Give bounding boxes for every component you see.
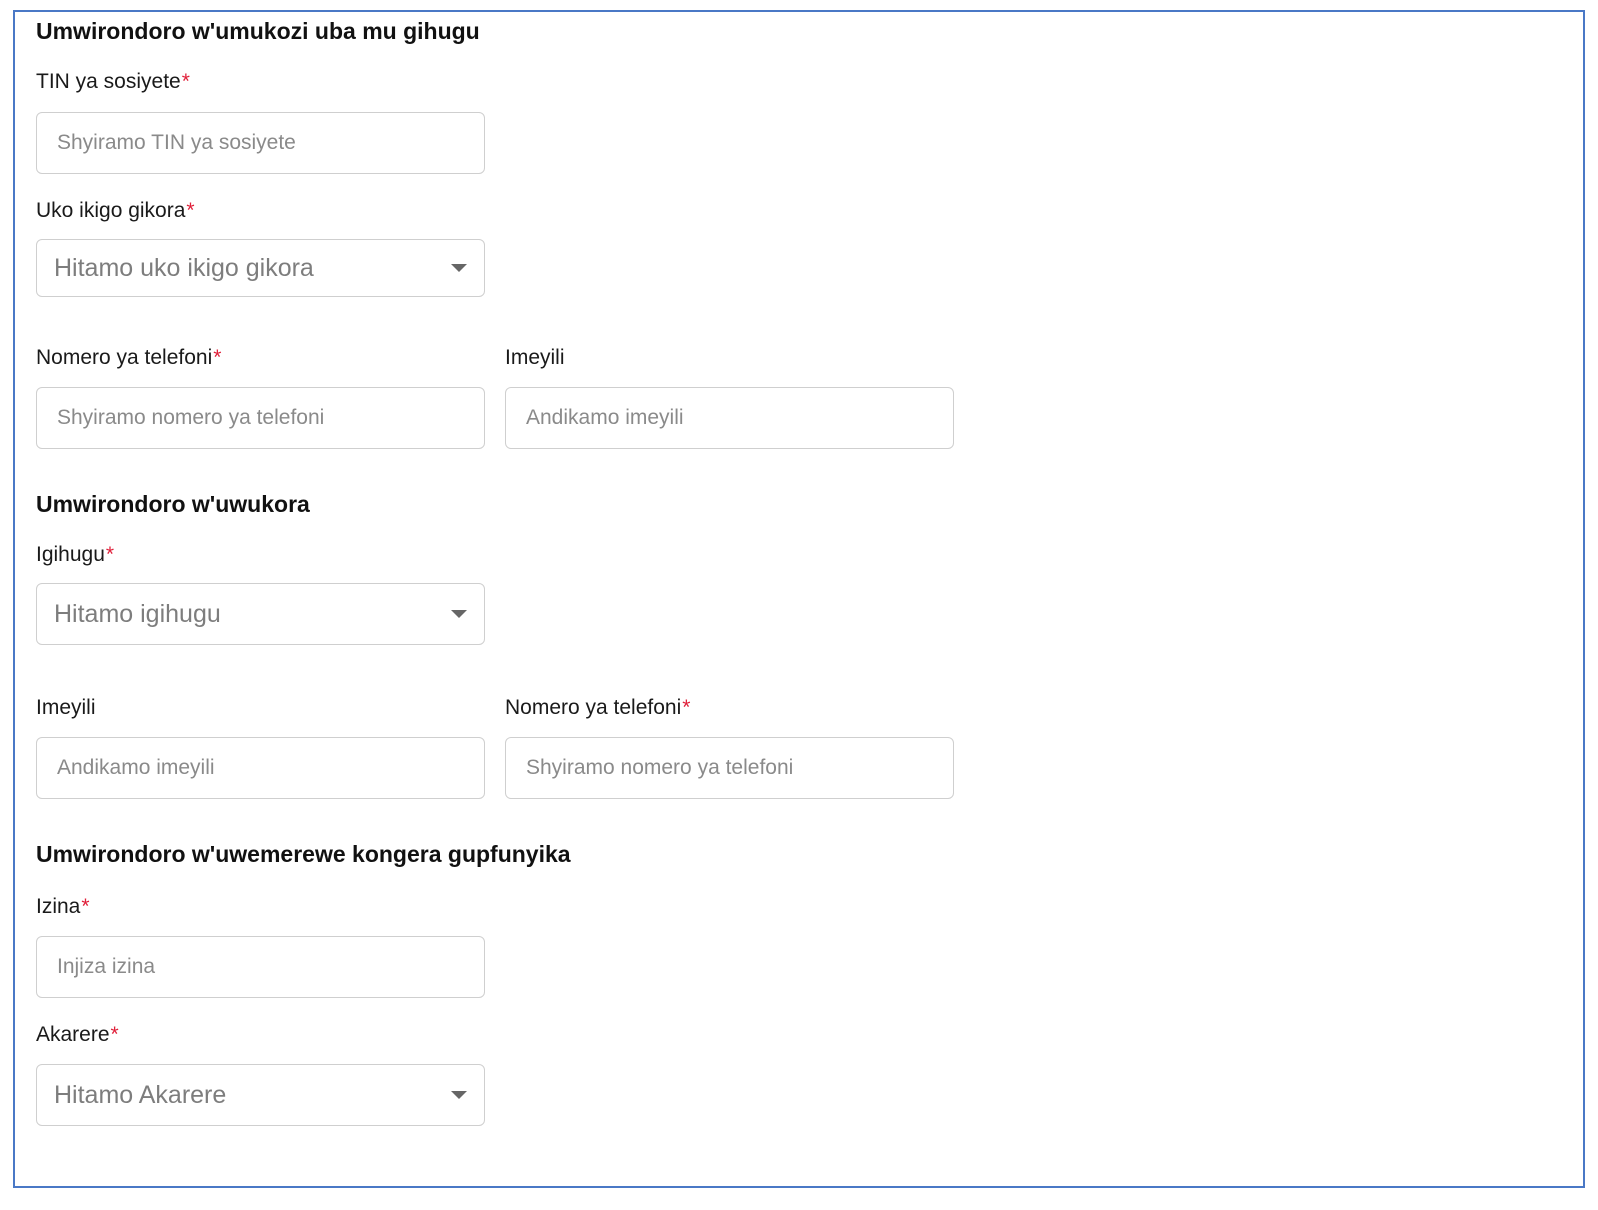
company-phone-label: Nomero ya telefoni* — [36, 345, 221, 371]
worker-phone-label-text: Nomero ya telefoni — [505, 696, 682, 719]
country-select-placeholder: Hitamo igihugu — [54, 600, 221, 628]
form-panel: Umwirondoro w'umukozi uba mu gihugu TIN … — [13, 10, 1585, 1188]
worker-phone-label: Nomero ya telefoni* — [505, 695, 690, 721]
location-select-placeholder: Hitamo uko ikigo gikora — [54, 254, 314, 282]
company-email-field[interactable] — [505, 387, 954, 449]
caret-down-icon — [451, 1091, 467, 1099]
name-field[interactable] — [36, 936, 485, 998]
location-label-text: Uko ikigo gikora — [36, 199, 186, 222]
worker-email-input[interactable] — [37, 738, 484, 798]
worker-email-field[interactable] — [36, 737, 485, 799]
worker-email-label: Imeyili — [36, 696, 96, 719]
required-marker: * — [81, 895, 90, 918]
tin-label-text: TIN ya sosiyete — [36, 70, 181, 93]
district-label-text: Akarere — [36, 1023, 110, 1046]
district-select[interactable]: Hitamo Akarere — [36, 1064, 485, 1126]
caret-down-icon — [451, 610, 467, 618]
name-input[interactable] — [37, 937, 484, 997]
name-label: Izina* — [36, 894, 90, 920]
company-phone-label-text: Nomero ya telefoni — [36, 346, 213, 369]
required-marker: * — [181, 70, 190, 93]
required-marker: * — [682, 696, 691, 719]
company-phone-input[interactable] — [37, 388, 484, 448]
country-select[interactable]: Hitamo igihugu — [36, 583, 485, 645]
required-marker: * — [186, 199, 195, 222]
section-title-approver: Umwirondoro w'uwemerewe kongera gupfunyi… — [36, 841, 571, 867]
tin-label: TIN ya sosiyete* — [36, 69, 190, 95]
required-marker: * — [105, 543, 115, 566]
company-email-input[interactable] — [506, 388, 953, 448]
company-phone-field[interactable] — [36, 387, 485, 449]
location-select[interactable]: Hitamo uko ikigo gikora — [36, 239, 485, 297]
district-label: Akarere* — [36, 1022, 119, 1048]
company-email-label: Imeyili — [505, 346, 565, 369]
worker-phone-input[interactable] — [506, 738, 953, 798]
tin-input[interactable] — [37, 113, 484, 173]
caret-down-icon — [451, 264, 467, 272]
country-label-text: Igihugu — [36, 543, 105, 566]
required-marker: * — [110, 1023, 119, 1046]
section-title-worker: Umwirondoro w'uwukora — [36, 491, 310, 517]
location-label: Uko ikigo gikora* — [36, 198, 195, 224]
tin-field[interactable] — [36, 112, 485, 174]
section-title-company: Umwirondoro w'umukozi uba mu gihugu — [36, 18, 480, 44]
name-label-text: Izina — [36, 895, 81, 918]
country-label: Igihugu* — [36, 542, 114, 568]
worker-phone-field[interactable] — [505, 737, 954, 799]
required-marker: * — [213, 346, 222, 369]
district-select-placeholder: Hitamo Akarere — [54, 1081, 227, 1109]
